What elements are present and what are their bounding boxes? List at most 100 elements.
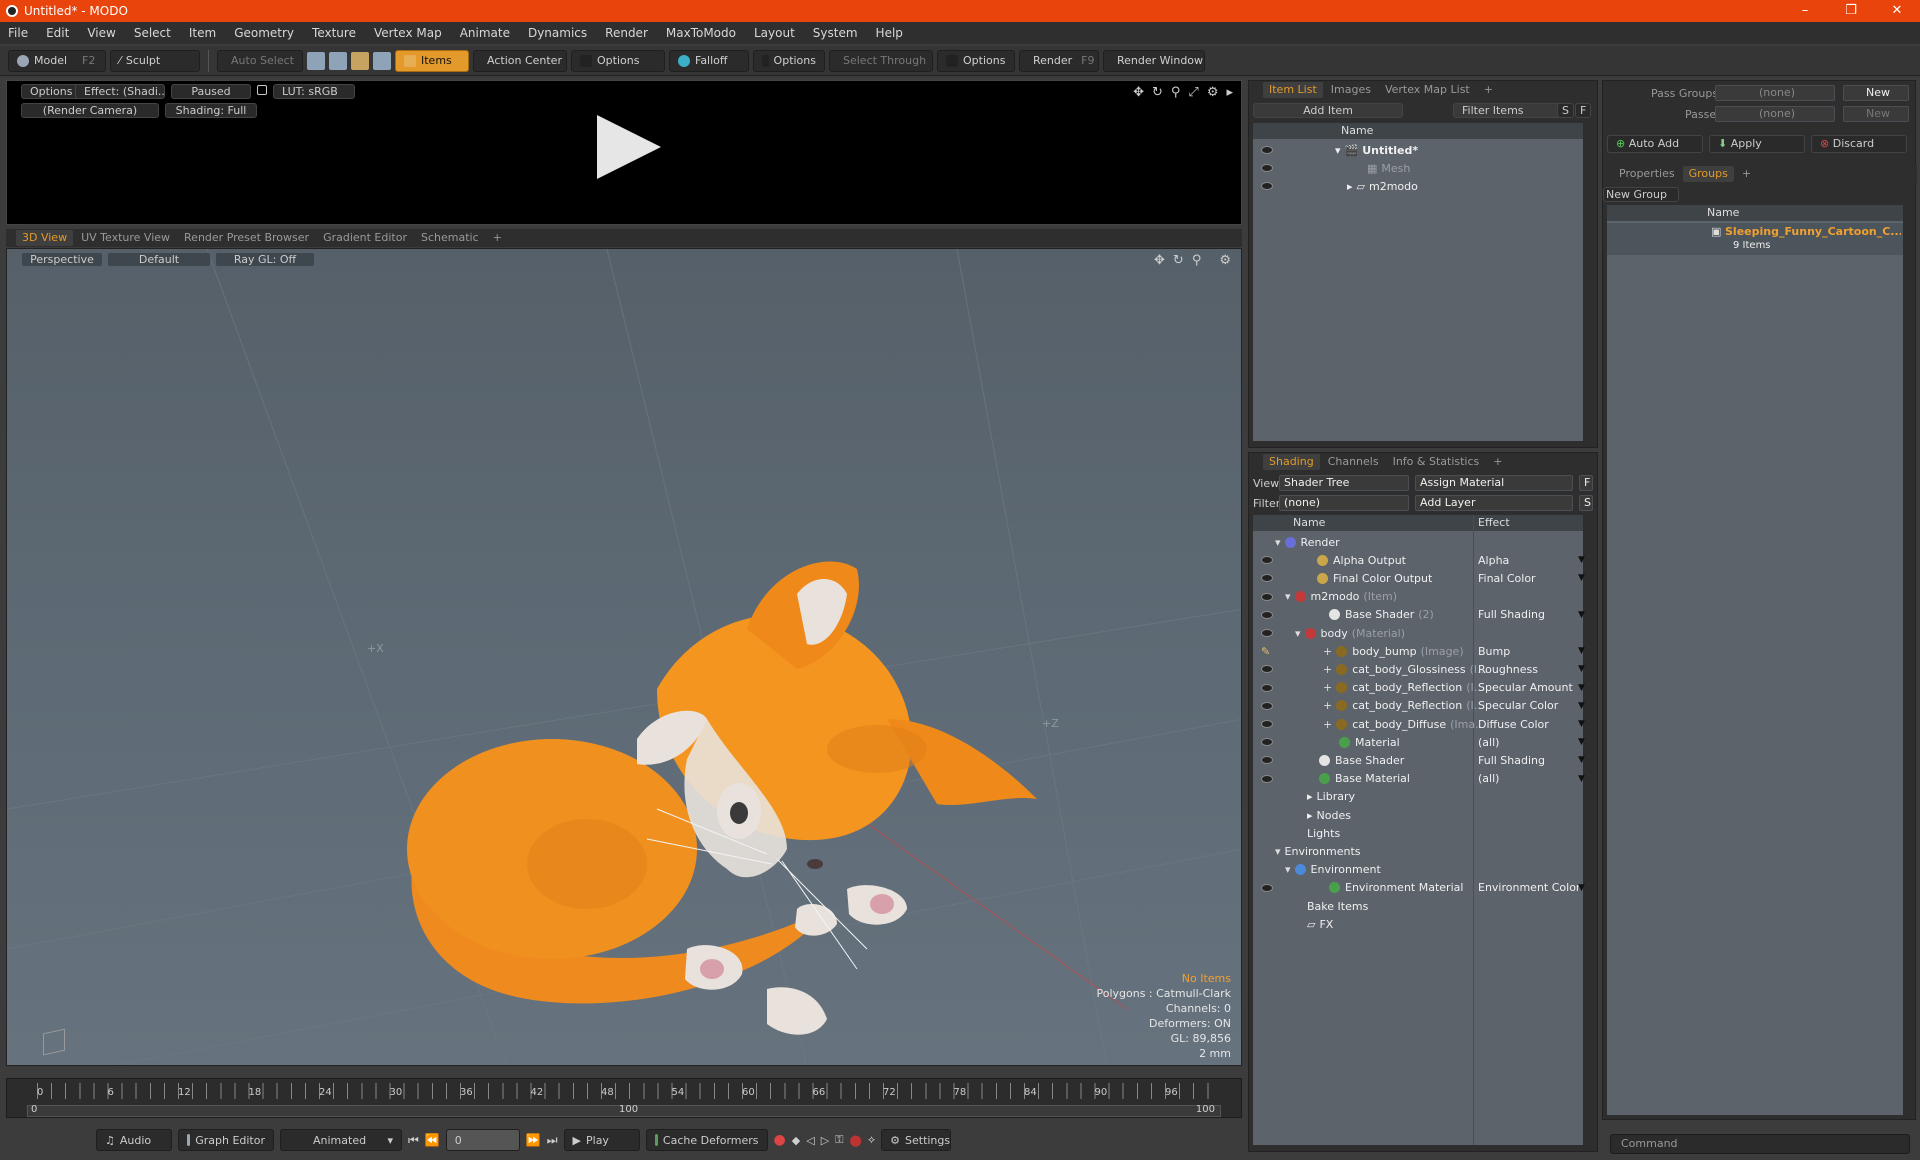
shader-tree-row[interactable]: + cat_body_Diffuse (Ima... Diffuse Color ▼ [1253, 715, 1585, 733]
add-tab-button[interactable]: + [487, 230, 508, 246]
lock-icon[interactable] [257, 85, 267, 95]
tab-properties[interactable]: Properties [1613, 166, 1681, 182]
items-mode-button[interactable]: Items [395, 49, 469, 72]
raygl-dropdown[interactable]: Ray GL: Off [215, 252, 315, 267]
shader-row-effect[interactable]: Roughness [1478, 663, 1538, 676]
shader-row-effect[interactable]: Full Shading [1478, 608, 1545, 621]
record-icon[interactable]: ● [774, 1132, 786, 1148]
model-mode-button[interactable]: Model F2 [8, 49, 106, 72]
expand-icon[interactable]: ▾ [1285, 590, 1291, 603]
shader-row-effect[interactable]: Specular Color [1478, 699, 1558, 712]
maximize-icon[interactable]: ⤢ [1188, 85, 1198, 100]
f-button[interactable]: F [1579, 475, 1593, 491]
gear-icon[interactable]: ⚙ [1207, 85, 1219, 100]
render-camera-dropdown[interactable]: (Render Camera) [21, 103, 159, 118]
tab-schematic[interactable]: Schematic [415, 230, 485, 246]
frame-field[interactable]: 0 [445, 1129, 520, 1151]
play-button[interactable]: ▶ Play [563, 1129, 640, 1151]
last-frame-icon[interactable]: ⏭ [547, 1133, 558, 1148]
tab-3d-view[interactable]: 3D View [16, 230, 74, 246]
s-button[interactable]: S [1579, 495, 1593, 511]
visibility-eye-icon[interactable] [1261, 592, 1273, 601]
tab-groups[interactable]: Groups [1682, 166, 1734, 182]
chevron-down-icon[interactable]: ▼ [1578, 610, 1585, 620]
lut-dropdown[interactable]: LUT: sRGB [273, 84, 355, 99]
menu-maxtomodo[interactable]: MaxToModo [666, 26, 736, 40]
visibility-eye-icon[interactable] [1261, 756, 1273, 765]
expand-icon[interactable]: + [1323, 645, 1332, 658]
menu-animate[interactable]: Animate [460, 26, 510, 40]
brush-icon[interactable]: ✎ [1261, 645, 1270, 658]
arrow-right-icon[interactable]: ▸ [1226, 85, 1233, 100]
shader-tree-row[interactable]: ▾ Environment [1253, 861, 1583, 879]
maximize-button[interactable]: ❐ [1828, 0, 1874, 22]
render-button[interactable]: Render F9 [1019, 49, 1099, 72]
add-tab-button[interactable]: + [1736, 166, 1757, 182]
audio-button[interactable]: ♫ Audio [96, 1129, 172, 1151]
shader-tree-row[interactable]: ▾ Environments [1253, 842, 1583, 860]
passes-dropdown[interactable]: (none) [1715, 106, 1835, 122]
shader-tree-row[interactable]: Lights [1253, 824, 1583, 842]
edge-mode-icon[interactable] [329, 51, 347, 70]
expand-icon[interactable]: ▾ [1275, 845, 1281, 858]
shader-row-effect[interactable]: Full Shading [1478, 754, 1545, 767]
menu-select[interactable]: Select [134, 26, 171, 40]
preview-effect-dropdown[interactable]: Effect: (Shadi... [75, 84, 165, 99]
autokey-icon[interactable]: ⚿ [835, 1133, 843, 1147]
new-pass-button[interactable]: New [1843, 106, 1909, 122]
auto-add-button[interactable]: ⊕ Auto Add [1607, 135, 1703, 153]
chevron-down-icon[interactable]: ▼ [1578, 719, 1585, 729]
zoom-icon[interactable]: ⚲ [1192, 253, 1202, 268]
keyframe-icon[interactable]: ⟡ [868, 1133, 875, 1147]
move-icon[interactable]: ✥ [1154, 253, 1165, 268]
tab-gradient-editor[interactable]: Gradient Editor [317, 230, 413, 246]
shader-row-effect[interactable]: Diffuse Color [1478, 718, 1549, 731]
shader-tree-row[interactable]: Material (all) ▼ [1253, 733, 1585, 751]
minimize-button[interactable]: – [1782, 0, 1828, 22]
shader-tree-row[interactable]: ▸ Nodes [1253, 806, 1583, 824]
auto-select-button[interactable]: Auto Select [217, 49, 303, 72]
falloff-button[interactable]: Falloff [669, 49, 749, 72]
expand-icon[interactable]: ▾ [1275, 536, 1281, 549]
cache-deformers-button[interactable]: Cache Deformers [645, 1129, 768, 1151]
rotate-icon[interactable]: ↻ [1152, 85, 1163, 100]
expand-icon[interactable]: ▾ [1335, 144, 1341, 157]
add-tab-button[interactable]: + [1478, 82, 1499, 98]
falloff-options-button[interactable]: Options [753, 49, 825, 72]
menu-texture[interactable]: Texture [312, 26, 356, 40]
assign-material-dropdown[interactable]: Assign Material [1415, 475, 1573, 491]
record-red-icon[interactable]: ⬤ [850, 1134, 862, 1147]
add-layer-dropdown[interactable]: Add Layer [1415, 495, 1573, 511]
command-input[interactable]: Command [1610, 1134, 1910, 1154]
s-button[interactable]: S [1557, 103, 1574, 118]
menu-file[interactable]: File [8, 26, 28, 40]
chevron-down-icon[interactable]: ▼ [1578, 573, 1585, 583]
select-through-options-button[interactable]: Options [937, 49, 1015, 72]
shader-tree-row[interactable]: Base Shader (2) Full Shading ▼ [1253, 606, 1585, 624]
discard-button[interactable]: ⊗ Discard [1811, 135, 1907, 153]
visibility-eye-icon[interactable] [1261, 683, 1273, 692]
graph-editor-button[interactable]: Graph Editor [178, 1129, 274, 1151]
chevron-down-icon[interactable]: ▼ [1578, 683, 1585, 693]
shader-tree-row[interactable]: Base Material (all) ▼ [1253, 770, 1585, 788]
default-dropdown[interactable]: Default [107, 252, 211, 267]
expand-icon[interactable]: ▾ [1295, 627, 1301, 640]
select-through-button[interactable]: Select Through [829, 49, 933, 72]
tab-vertex-map-list[interactable]: Vertex Map List [1379, 82, 1476, 98]
shader-tree-row[interactable]: + cat_body_Glossiness (I... Roughness ▼ [1253, 660, 1585, 678]
visibility-eye-icon[interactable] [1261, 164, 1273, 172]
shader-tree-row[interactable]: Environment Material Environment Color ▼ [1253, 879, 1585, 897]
tab-images[interactable]: Images [1325, 82, 1377, 98]
view-dropdown[interactable]: Shader Tree [1279, 475, 1409, 491]
shader-tree-row[interactable]: ✎ + body_bump (Image) Bump ▼ [1253, 642, 1585, 660]
action-center-button[interactable]: Action Center [473, 49, 567, 72]
add-item-dropdown[interactable]: Add Item [1253, 103, 1403, 118]
chevron-down-icon[interactable]: ▼ [1578, 883, 1585, 893]
pass-groups-dropdown[interactable]: (none) [1715, 85, 1835, 101]
visibility-eye-icon[interactable] [1261, 701, 1273, 710]
chevron-down-icon[interactable]: ▼ [1578, 774, 1585, 784]
item-row[interactable]: ▸ ▱ m2modo [1253, 177, 1583, 195]
tab-channels[interactable]: Channels [1322, 454, 1385, 470]
apply-button[interactable]: ⬇ Apply [1709, 135, 1805, 153]
expand-icon[interactable]: + [1323, 699, 1332, 712]
